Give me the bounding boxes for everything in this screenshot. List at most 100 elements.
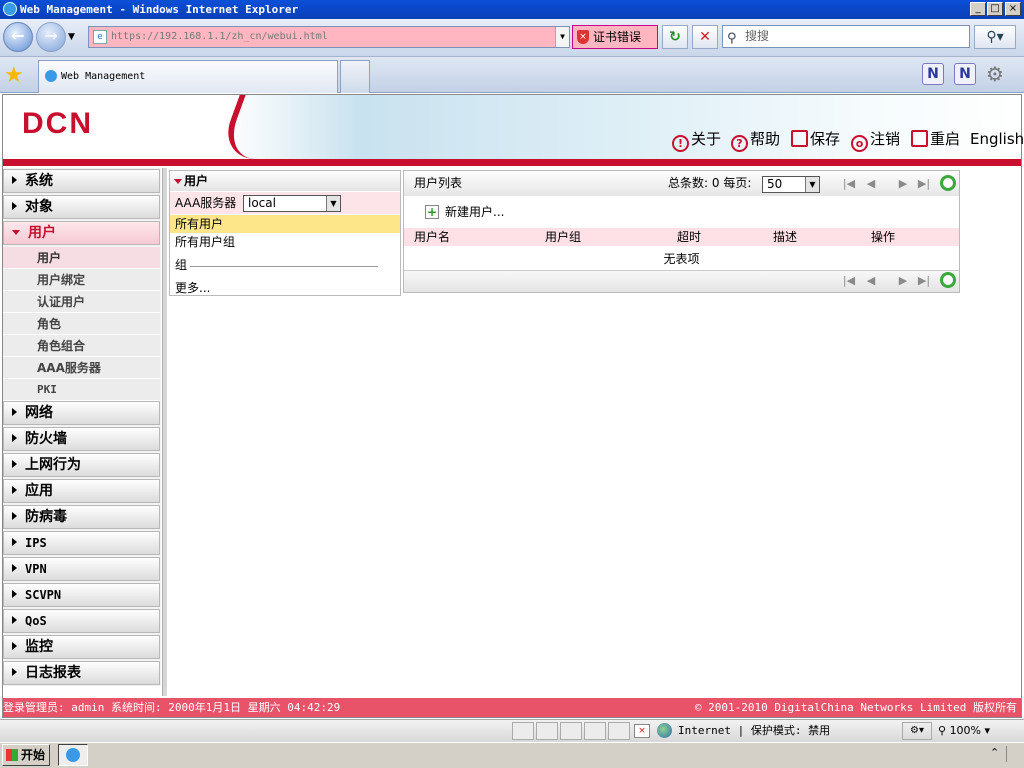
sidebar-item-role[interactable]: 角色 xyxy=(3,313,160,335)
sidebar-menu-log-report[interactable]: 日志报表 xyxy=(3,661,160,685)
history-dropdown-icon[interactable]: ▼ xyxy=(68,32,75,42)
chevron-down-icon: ▼ xyxy=(326,196,340,211)
page-status-bar: 登录管理员: admin 系统时间: 2000年1月1日 星期六 04:42:2… xyxy=(3,698,1021,717)
per-page-value: 50 xyxy=(767,177,783,191)
next-page-icon[interactable]: ▶ xyxy=(896,274,910,288)
prev-page-icon[interactable]: ◀ xyxy=(864,177,878,191)
refresh-button[interactable]: ↻ xyxy=(662,25,688,49)
sidebar-item-user[interactable]: 用户 xyxy=(3,247,160,269)
logout-link[interactable]: o 注销 xyxy=(851,128,900,152)
all-user-groups-item[interactable]: 所有用户组 xyxy=(170,233,400,251)
sidebar-item-auth-user[interactable]: 认证用户 xyxy=(3,291,160,313)
column-user-group[interactable]: 用户组 xyxy=(545,228,581,246)
about-link[interactable]: ! 关于 xyxy=(672,128,722,152)
search-go-button[interactable]: ⚲▾ xyxy=(974,25,1016,49)
group-label: 组 xyxy=(175,258,188,272)
column-username[interactable]: 用户名 xyxy=(414,228,450,246)
sidebar-menu-antivirus[interactable]: 防病毒 xyxy=(3,505,160,529)
menu-label: VPN xyxy=(25,562,47,576)
english-link[interactable]: English xyxy=(970,128,1024,150)
popup-blocked-icon[interactable]: × xyxy=(634,724,650,738)
column-description[interactable]: 描述 xyxy=(773,228,797,246)
reboot-icon xyxy=(911,130,928,147)
all-users-item[interactable]: 所有用户 xyxy=(170,215,400,233)
last-page-icon[interactable]: ▶| xyxy=(917,274,931,288)
reboot-label: 重启 xyxy=(930,130,961,148)
expand-arrow-icon xyxy=(12,538,17,546)
save-link[interactable]: 保存 xyxy=(791,128,840,150)
maximize-button[interactable]: □ xyxy=(987,2,1003,16)
windows-flag-icon xyxy=(6,749,18,761)
aaa-server-label: AAA服务器 xyxy=(175,196,237,210)
onenote-send-icon[interactable]: N xyxy=(954,63,976,85)
certificate-error-label: 证书错误 xyxy=(593,30,642,44)
help-link[interactable]: ? 帮助 xyxy=(731,128,780,152)
first-page-icon[interactable]: |◀ xyxy=(842,274,856,288)
tab-web-management[interactable]: Web Management xyxy=(38,60,338,93)
user-panel-header[interactable]: 用户 xyxy=(170,171,400,191)
new-user-label: 新建用户... xyxy=(445,205,505,219)
reboot-link[interactable]: 重启 xyxy=(911,128,960,150)
search-input[interactable]: ⚲ 搜搜 xyxy=(722,25,970,48)
expand-arrow-icon xyxy=(12,486,17,494)
security-settings-icon[interactable]: ⚙▾ xyxy=(902,722,932,740)
shield-icon: × xyxy=(577,30,589,44)
sidebar-menu-qos[interactable]: QoS xyxy=(3,609,160,633)
taskbar-ie-button[interactable] xyxy=(58,744,88,766)
per-page-select[interactable]: 50 ▼ xyxy=(762,176,820,193)
tray-chevron-icon[interactable]: ⌃ xyxy=(990,746,999,759)
aaa-server-select[interactable]: local ▼ xyxy=(243,195,341,212)
more-link[interactable]: 更多... xyxy=(170,279,400,297)
sidebar-menu-scvpn[interactable]: SCVPN xyxy=(3,583,160,607)
forward-button[interactable]: → xyxy=(36,22,66,52)
address-bar[interactable]: e https://192.168.1.1/zh_cn/webui.html ▼ xyxy=(88,26,570,48)
sidebar-menu-network[interactable]: 网络 xyxy=(3,401,160,425)
sidebar-menu-vpn[interactable]: VPN xyxy=(3,557,160,581)
refresh-icon[interactable] xyxy=(940,175,956,191)
about-label: 关于 xyxy=(691,130,722,148)
show-desktop-button[interactable] xyxy=(1006,746,1020,762)
sidebar-menu-object[interactable]: 对象 xyxy=(3,195,160,219)
onenote-icon[interactable]: N xyxy=(922,63,944,85)
sidebar-item-pki[interactable]: PKI xyxy=(3,379,160,401)
zoom-control[interactable]: ⚲ 100% ▾ xyxy=(938,720,990,742)
chevron-down-icon: ▼ xyxy=(805,177,819,192)
prev-page-icon[interactable]: ◀ xyxy=(864,274,878,288)
stop-button[interactable]: ✕ xyxy=(692,25,718,49)
group-divider xyxy=(190,266,378,267)
sidebar-splitter[interactable] xyxy=(162,168,167,696)
zone-info[interactable]: Internet | 保护模式: 禁用 xyxy=(678,720,830,742)
sidebar-menu-firewall[interactable]: 防火墙 xyxy=(3,427,160,451)
menu-label: SCVPN xyxy=(25,588,62,602)
sidebar-menu-user[interactable]: 用户 xyxy=(3,221,160,245)
refresh-icon[interactable] xyxy=(940,272,956,288)
expand-arrow-icon xyxy=(12,176,17,184)
address-dropdown-icon[interactable]: ▼ xyxy=(555,27,569,47)
back-button[interactable]: ← xyxy=(3,22,33,52)
sidebar-menu-ips[interactable]: IPS xyxy=(3,531,160,555)
sidebar-item-aaa-server[interactable]: AAA服务器 xyxy=(3,357,160,379)
protected-mode-label: | 保护模式: 禁用 xyxy=(737,724,831,737)
sidebar-menu-monitor[interactable]: 监控 xyxy=(3,635,160,659)
column-timeout[interactable]: 超时 xyxy=(677,228,701,246)
collapse-arrow-icon xyxy=(12,230,20,235)
info-icon: ! xyxy=(672,135,689,152)
sidebar-menu-system[interactable]: 系统 xyxy=(3,169,160,193)
menu-label: 用户 xyxy=(28,225,56,241)
next-page-icon[interactable]: ▶ xyxy=(896,177,910,191)
sidebar-menu-application[interactable]: 应用 xyxy=(3,479,160,503)
last-page-icon[interactable]: ▶| xyxy=(917,177,931,191)
certificate-error-button[interactable]: × 证书错误 xyxy=(572,25,658,49)
start-button[interactable]: 开始 xyxy=(2,744,50,766)
sidebar-menu-internet-behavior[interactable]: 上网行为 xyxy=(3,453,160,477)
sidebar-item-role-combination[interactable]: 角色组合 xyxy=(3,335,160,357)
close-button[interactable]: × xyxy=(1005,2,1021,16)
tools-gear-icon[interactable]: ⚙ xyxy=(986,62,1004,86)
first-page-icon[interactable]: |◀ xyxy=(842,177,856,191)
favorites-star-icon[interactable]: ★ xyxy=(4,63,24,88)
key-icon: o xyxy=(851,135,868,152)
minimize-button[interactable]: _ xyxy=(970,2,986,16)
new-tab-button[interactable] xyxy=(340,60,370,93)
sidebar-item-user-binding[interactable]: 用户绑定 xyxy=(3,269,160,291)
new-user-button[interactable]: + 新建用户... xyxy=(425,203,504,221)
